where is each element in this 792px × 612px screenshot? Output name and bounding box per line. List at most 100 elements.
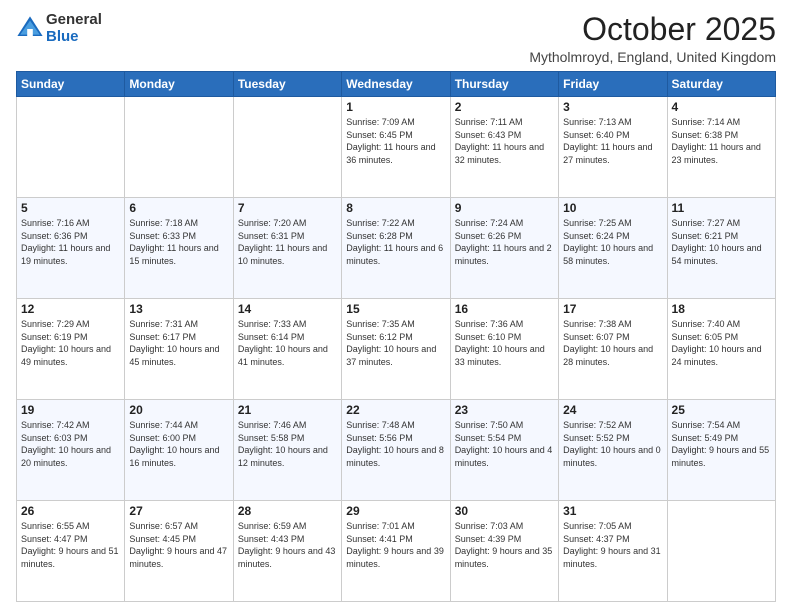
calendar-week-2: 5 Sunrise: 7:16 AM Sunset: 6:36 PM Daylig… <box>17 198 776 299</box>
calendar-week-1: 1 Sunrise: 7:09 AM Sunset: 6:45 PM Daylig… <box>17 97 776 198</box>
day-info: Sunrise: 7:18 AM Sunset: 6:33 PM Dayligh… <box>129 217 228 267</box>
day-number: 20 <box>129 403 228 417</box>
table-row: 23 Sunrise: 7:50 AM Sunset: 5:54 PM Dayli… <box>450 400 558 501</box>
table-row: 2 Sunrise: 7:11 AM Sunset: 6:43 PM Daylig… <box>450 97 558 198</box>
calendar: Sunday Monday Tuesday Wednesday Thursday… <box>16 71 776 602</box>
table-row: 31Sunrise: 7:05 AM Sunset: 4:37 PM Dayli… <box>559 501 667 602</box>
day-info: Sunrise: 7:29 AM Sunset: 6:19 PM Dayligh… <box>21 318 120 368</box>
header: General Blue October 2025 Mytholmroyd, E… <box>16 12 776 65</box>
table-row <box>17 97 125 198</box>
day-number: 6 <box>129 201 228 215</box>
col-wednesday: Wednesday <box>342 72 450 97</box>
table-row: 5 Sunrise: 7:16 AM Sunset: 6:36 PM Daylig… <box>17 198 125 299</box>
day-number: 17 <box>563 302 662 316</box>
day-info: Sunrise: 7:36 AM Sunset: 6:10 PM Dayligh… <box>455 318 554 368</box>
day-info: Sunrise: 7:09 AM Sunset: 6:45 PM Dayligh… <box>346 116 445 166</box>
day-number: 26 <box>21 504 120 518</box>
table-row: 22 Sunrise: 7:48 AM Sunset: 5:56 PM Dayli… <box>342 400 450 501</box>
day-number: 27 <box>129 504 228 518</box>
day-number: 22 <box>346 403 445 417</box>
day-number: 18 <box>672 302 771 316</box>
col-tuesday: Tuesday <box>233 72 341 97</box>
day-info: Sunrise: 6:57 AM Sunset: 4:45 PM Dayligh… <box>129 520 228 570</box>
table-row: 8 Sunrise: 7:22 AM Sunset: 6:28 PM Daylig… <box>342 198 450 299</box>
day-info: Sunrise: 7:42 AM Sunset: 6:03 PM Dayligh… <box>21 419 120 469</box>
table-row: 18Sunrise: 7:40 AM Sunset: 6:05 PM Dayli… <box>667 299 775 400</box>
table-row: 30Sunrise: 7:03 AM Sunset: 4:39 PM Dayli… <box>450 501 558 602</box>
day-number: 4 <box>672 100 771 114</box>
table-row: 24 Sunrise: 7:52 AM Sunset: 5:52 PM Dayli… <box>559 400 667 501</box>
page: General Blue October 2025 Mytholmroyd, E… <box>0 0 792 612</box>
day-info: Sunrise: 6:59 AM Sunset: 4:43 PM Dayligh… <box>238 520 337 570</box>
table-row <box>233 97 341 198</box>
day-info: Sunrise: 7:14 AM Sunset: 6:38 PM Dayligh… <box>672 116 771 166</box>
day-info: Sunrise: 7:20 AM Sunset: 6:31 PM Dayligh… <box>238 217 337 267</box>
day-number: 9 <box>455 201 554 215</box>
calendar-week-4: 19 Sunrise: 7:42 AM Sunset: 6:03 PM Dayli… <box>17 400 776 501</box>
day-number: 31 <box>563 504 662 518</box>
table-row: 3 Sunrise: 7:13 AM Sunset: 6:40 PM Daylig… <box>559 97 667 198</box>
table-row <box>125 97 233 198</box>
day-number: 12 <box>21 302 120 316</box>
day-number: 19 <box>21 403 120 417</box>
month-title: October 2025 <box>529 12 776 47</box>
calendar-header-row: Sunday Monday Tuesday Wednesday Thursday… <box>17 72 776 97</box>
calendar-week-5: 26Sunrise: 6:55 AM Sunset: 4:47 PM Dayli… <box>17 501 776 602</box>
day-info: Sunrise: 7:22 AM Sunset: 6:28 PM Dayligh… <box>346 217 445 267</box>
table-row: 25 Sunrise: 7:54 AM Sunset: 5:49 PM Dayli… <box>667 400 775 501</box>
day-info: Sunrise: 7:11 AM Sunset: 6:43 PM Dayligh… <box>455 116 554 166</box>
day-number: 25 <box>672 403 771 417</box>
day-info: Sunrise: 7:31 AM Sunset: 6:17 PM Dayligh… <box>129 318 228 368</box>
day-number: 21 <box>238 403 337 417</box>
day-info: Sunrise: 7:16 AM Sunset: 6:36 PM Dayligh… <box>21 217 120 267</box>
logo-icon <box>16 15 44 43</box>
day-number: 2 <box>455 100 554 114</box>
day-info: Sunrise: 7:46 AM Sunset: 5:58 PM Dayligh… <box>238 419 337 469</box>
day-info: Sunrise: 7:35 AM Sunset: 6:12 PM Dayligh… <box>346 318 445 368</box>
day-number: 10 <box>563 201 662 215</box>
table-row: 6 Sunrise: 7:18 AM Sunset: 6:33 PM Daylig… <box>125 198 233 299</box>
col-sunday: Sunday <box>17 72 125 97</box>
day-number: 5 <box>21 201 120 215</box>
day-info: Sunrise: 7:24 AM Sunset: 6:26 PM Dayligh… <box>455 217 554 267</box>
day-info: Sunrise: 7:13 AM Sunset: 6:40 PM Dayligh… <box>563 116 662 166</box>
table-row: 14Sunrise: 7:33 AM Sunset: 6:14 PM Dayli… <box>233 299 341 400</box>
logo-text: General Blue <box>46 12 102 45</box>
location: Mytholmroyd, England, United Kingdom <box>529 49 776 65</box>
table-row <box>667 501 775 602</box>
day-info: Sunrise: 7:54 AM Sunset: 5:49 PM Dayligh… <box>672 419 771 469</box>
logo: General Blue <box>16 12 102 45</box>
day-number: 11 <box>672 201 771 215</box>
col-saturday: Saturday <box>667 72 775 97</box>
table-row: 27 Sunrise: 6:57 AM Sunset: 4:45 PM Dayli… <box>125 501 233 602</box>
table-row: 9 Sunrise: 7:24 AM Sunset: 6:26 PM Daylig… <box>450 198 558 299</box>
table-row: 11Sunrise: 7:27 AM Sunset: 6:21 PM Dayli… <box>667 198 775 299</box>
day-info: Sunrise: 7:44 AM Sunset: 6:00 PM Dayligh… <box>129 419 228 469</box>
day-info: Sunrise: 7:52 AM Sunset: 5:52 PM Dayligh… <box>563 419 662 469</box>
day-number: 24 <box>563 403 662 417</box>
col-thursday: Thursday <box>450 72 558 97</box>
table-row: 28Sunrise: 6:59 AM Sunset: 4:43 PM Dayli… <box>233 501 341 602</box>
col-friday: Friday <box>559 72 667 97</box>
day-info: Sunrise: 7:01 AM Sunset: 4:41 PM Dayligh… <box>346 520 445 570</box>
title-block: October 2025 Mytholmroyd, England, Unite… <box>529 12 776 65</box>
table-row: 12 Sunrise: 7:29 AM Sunset: 6:19 PM Dayli… <box>17 299 125 400</box>
table-row: 20 Sunrise: 7:44 AM Sunset: 6:00 PM Dayli… <box>125 400 233 501</box>
day-number: 8 <box>346 201 445 215</box>
calendar-week-3: 12 Sunrise: 7:29 AM Sunset: 6:19 PM Dayli… <box>17 299 776 400</box>
day-number: 1 <box>346 100 445 114</box>
day-number: 3 <box>563 100 662 114</box>
day-info: Sunrise: 7:48 AM Sunset: 5:56 PM Dayligh… <box>346 419 445 469</box>
day-number: 7 <box>238 201 337 215</box>
table-row: 26Sunrise: 6:55 AM Sunset: 4:47 PM Dayli… <box>17 501 125 602</box>
logo-general: General <box>46 12 102 29</box>
logo-blue: Blue <box>46 29 102 46</box>
day-number: 23 <box>455 403 554 417</box>
day-info: Sunrise: 7:50 AM Sunset: 5:54 PM Dayligh… <box>455 419 554 469</box>
day-number: 15 <box>346 302 445 316</box>
day-info: Sunrise: 7:38 AM Sunset: 6:07 PM Dayligh… <box>563 318 662 368</box>
day-number: 30 <box>455 504 554 518</box>
table-row: 1 Sunrise: 7:09 AM Sunset: 6:45 PM Daylig… <box>342 97 450 198</box>
table-row: 16Sunrise: 7:36 AM Sunset: 6:10 PM Dayli… <box>450 299 558 400</box>
day-number: 13 <box>129 302 228 316</box>
